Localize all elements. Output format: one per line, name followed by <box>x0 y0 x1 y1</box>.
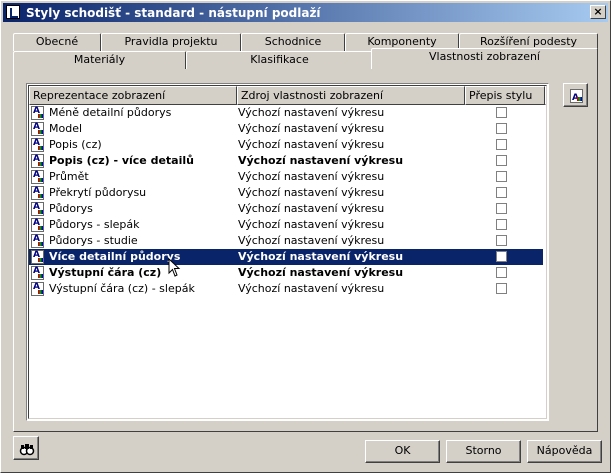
style-override-checkbox[interactable] <box>496 123 507 134</box>
display-representation-icon <box>31 106 44 120</box>
property-source[interactable]: Výchozí nastavení výkresu <box>238 250 403 263</box>
table-row[interactable]: Půdorys Výchozí nastavení výkresu <box>29 201 543 217</box>
table-row[interactable]: Půdorys - studie Výchozí nastavení výkres… <box>29 233 543 249</box>
table-row[interactable]: Méně detailní půdorys Výchozí nastavení v… <box>29 105 543 121</box>
display-representation-icon <box>570 89 583 108</box>
ok-button[interactable]: OK <box>365 440 440 463</box>
property-source[interactable]: Výchozí nastavení výkresu <box>238 138 384 151</box>
style-override-checkbox[interactable] <box>496 203 507 214</box>
table-row[interactable]: Popis (cz) Výchozí nastavení výkresu <box>29 137 543 153</box>
display-properties-button[interactable] <box>563 83 588 108</box>
property-source[interactable]: Výchozí nastavení výkresu <box>238 234 384 247</box>
representation-name: Výstupní čára (cz) - slepák <box>49 282 195 295</box>
display-representation-icon <box>31 218 44 232</box>
tab-pravidla-projektu[interactable]: Pravidla projektu <box>101 33 241 51</box>
binoculars-icon <box>19 444 35 456</box>
representation-name: Popis (cz) <box>49 138 102 151</box>
close-button[interactable]: × <box>590 5 606 19</box>
tab-materialy[interactable]: Materiály <box>13 51 186 69</box>
display-representation-list[interactable]: Reprezentace zobrazení Zdroj vlastnosti … <box>26 83 549 421</box>
display-representation-icon <box>31 122 44 136</box>
display-representation-icon <box>31 186 44 200</box>
style-override-checkbox[interactable] <box>496 155 507 166</box>
representation-name: Půdorys - slepák <box>49 218 140 231</box>
table-row[interactable]: Výstupní čára (cz) Výchozí nastavení výkr… <box>29 265 543 281</box>
representation-name: Půdorys <box>49 202 93 215</box>
representation-name: Průmět <box>49 170 89 183</box>
display-representation-icon <box>31 154 44 168</box>
display-representation-icon <box>31 170 44 184</box>
floating-viewer-button[interactable] <box>13 436 39 460</box>
representation-name: Půdorys - studie <box>49 234 138 247</box>
title-bar[interactable]: Styly schodišť - standard - nástupní pod… <box>3 3 608 22</box>
representation-name: Méně detailní půdorys <box>49 106 172 119</box>
display-representation-icon <box>31 250 44 264</box>
display-representation-icon <box>31 202 44 216</box>
column-header-representation[interactable]: Reprezentace zobrazení <box>29 86 237 105</box>
table-row[interactable]: Model Výchozí nastavení výkresu <box>29 121 543 137</box>
table-row[interactable]: Popis (cz) - více detailů Výchozí nastave… <box>29 153 543 169</box>
tab-schodnice[interactable]: Schodnice <box>241 33 345 51</box>
style-override-checkbox[interactable] <box>496 251 507 262</box>
mouse-cursor-icon <box>168 258 181 277</box>
style-override-checkbox[interactable] <box>496 267 507 278</box>
property-source[interactable]: Výchozí nastavení výkresu <box>238 282 384 295</box>
tab-vlastnosti-zobrazeni[interactable]: Vlastnosti zobrazení <box>371 48 598 69</box>
property-source[interactable]: Výchozí nastavení výkresu <box>238 218 384 231</box>
column-header-filler <box>545 86 546 105</box>
cancel-button[interactable]: Storno <box>446 440 521 463</box>
display-representation-icon <box>31 234 44 248</box>
style-override-checkbox[interactable] <box>496 283 507 294</box>
style-override-checkbox[interactable] <box>496 107 507 118</box>
tab-klasifikace[interactable]: Klasifikace <box>186 51 373 69</box>
table-row[interactable]: Překrytí půdorysu Výchozí nastavení výkre… <box>29 185 543 201</box>
style-override-checkbox[interactable] <box>496 235 507 246</box>
representation-name: Model <box>49 122 83 135</box>
property-source[interactable]: Výchozí nastavení výkresu <box>238 202 384 215</box>
style-override-checkbox[interactable] <box>496 187 507 198</box>
style-override-checkbox[interactable] <box>496 171 507 182</box>
column-header-override[interactable]: Přepis stylu <box>465 86 545 105</box>
property-source[interactable]: Výchozí nastavení výkresu <box>238 106 384 119</box>
representation-name: Více detailní půdorys <box>49 250 181 263</box>
display-representation-icon <box>31 266 44 280</box>
property-source[interactable]: Výchozí nastavení výkresu <box>238 122 384 135</box>
property-source[interactable]: Výchozí nastavení výkresu <box>238 170 384 183</box>
table-row[interactable]: Výstupní čára (cz) - slepák Výchozí nasta… <box>29 281 543 297</box>
help-button[interactable]: Nápověda <box>527 440 602 463</box>
table-row[interactable]: Půdorys - slepák Výchozí nastavení výkres… <box>29 217 543 233</box>
property-source[interactable]: Výchozí nastavení výkresu <box>238 154 403 167</box>
representation-name: Překrytí půdorysu <box>49 186 147 199</box>
display-representation-icon <box>31 138 44 152</box>
column-header-source[interactable]: Zdroj vlastnosti zobrazení <box>237 86 465 105</box>
tab-obecne[interactable]: Obecné <box>13 33 101 51</box>
representation-name: Popis (cz) - více detailů <box>49 154 194 167</box>
window-title: Styly schodišť - standard - nástupní pod… <box>26 6 321 20</box>
style-override-checkbox[interactable] <box>496 219 507 230</box>
property-source[interactable]: Výchozí nastavení výkresu <box>238 186 384 199</box>
style-override-checkbox[interactable] <box>496 139 507 150</box>
table-row[interactable]: Průmět Výchozí nastavení výkresu <box>29 169 543 185</box>
app-icon <box>6 5 20 19</box>
representation-name: Výstupní čára (cz) <box>49 266 162 279</box>
property-source[interactable]: Výchozí nastavení výkresu <box>238 266 403 279</box>
table-row[interactable]: Více detailní půdorys Výchozí nastavení v… <box>29 249 543 265</box>
display-representation-icon <box>31 282 44 296</box>
